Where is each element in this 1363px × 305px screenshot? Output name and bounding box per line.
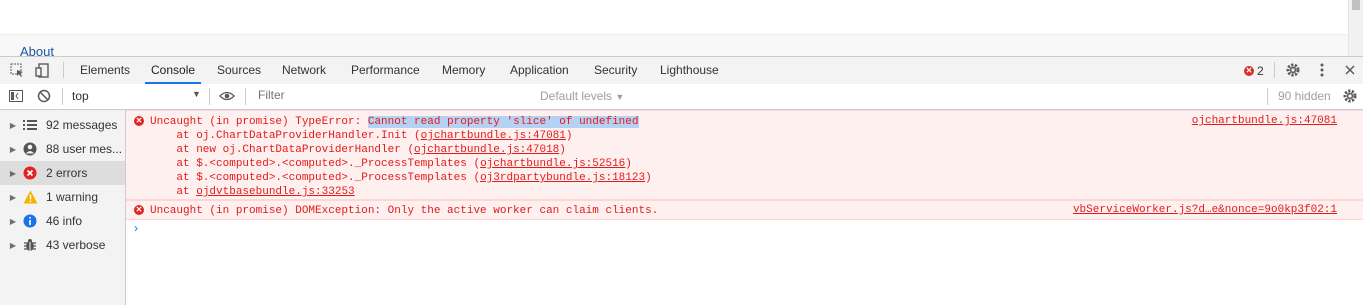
expand-arrow-icon[interactable]: ▶ xyxy=(0,169,22,178)
tab-memory[interactable]: Memory xyxy=(442,57,485,84)
hidden-messages-count: 90 hidden xyxy=(1278,89,1331,103)
sidebar-item-label: 1 warning xyxy=(46,190,99,204)
sidebar-item-messages[interactable]: ▶ 92 messages xyxy=(0,113,125,137)
inspect-element-icon[interactable] xyxy=(9,62,25,78)
console-error-message: ✕ Uncaught (in promise) TypeError: Canno… xyxy=(126,110,1363,200)
stack-frame-link[interactable]: ojchartbundle.js:47018 xyxy=(414,144,559,156)
tab-security[interactable]: Security xyxy=(594,57,637,84)
tab-performance[interactable]: Performance xyxy=(351,57,420,84)
error-count-badge[interactable]: ✕ 2 xyxy=(1244,63,1264,79)
context-selector[interactable]: top xyxy=(72,89,89,103)
error-message-text[interactable]: Uncaught (in promise) DOMException: Only… xyxy=(150,204,658,218)
stack-frame-text: at $.<computed>.<computed>._ProcessTempl… xyxy=(150,172,481,184)
console-prompt-icon[interactable]: › xyxy=(134,221,138,235)
stack-frame-link[interactable]: ojdvtbasebundle.js:33253 xyxy=(196,186,354,198)
user-icon xyxy=(22,141,38,157)
sidebar-item-label: 92 messages xyxy=(46,118,118,132)
clear-console-icon[interactable] xyxy=(36,88,52,104)
tab-application[interactable]: Application xyxy=(510,57,569,84)
close-devtools-icon[interactable] xyxy=(1342,62,1358,78)
expand-arrow-icon[interactable]: ▶ xyxy=(0,193,22,202)
filter-divider xyxy=(245,88,246,105)
error-icon xyxy=(22,165,38,181)
stack-frame-text: at $.<computed>.<computed>._ProcessTempl… xyxy=(150,158,481,170)
stack-frame-link[interactable]: ojchartbundle.js:47081 xyxy=(421,130,566,142)
tab-lighthouse[interactable]: Lighthouse xyxy=(660,57,719,84)
console-settings-gear-icon[interactable] xyxy=(1342,88,1358,104)
highlighted-error-text: Cannot read property 'slice' of undefine… xyxy=(367,116,639,128)
stack-frame-link[interactable]: oj3rdpartybundle.js:18123 xyxy=(480,172,645,184)
stack-frame: at $.<computed>.<computed>._ProcessTempl… xyxy=(150,157,632,171)
devtools-tabbar: Elements Console Sources Network Perform… xyxy=(0,56,1363,85)
eye-icon[interactable] xyxy=(219,88,235,104)
expand-arrow-icon[interactable]: ▶ xyxy=(0,241,22,250)
sidebar-item-label: 43 verbose xyxy=(46,238,106,252)
filter-divider xyxy=(1267,88,1268,105)
stack-frame-text: at oj.ChartDataProviderHandler.Init ( xyxy=(150,130,421,142)
stack-frame-link[interactable]: ojchartbundle.js:52516 xyxy=(480,158,625,170)
chevron-down-icon: ▼ xyxy=(615,92,625,102)
log-levels-dropdown[interactable]: Default levels ▼ xyxy=(540,89,624,103)
settings-gear-icon[interactable] xyxy=(1285,62,1301,78)
stack-frame-text: ) xyxy=(625,158,632,170)
sidebar-item-label: 46 info xyxy=(46,214,83,228)
expand-arrow-icon[interactable]: ▶ xyxy=(0,121,22,130)
log-levels-label: Default levels xyxy=(540,89,613,103)
stack-frame-text: ) xyxy=(559,144,566,156)
info-icon xyxy=(22,213,38,229)
stack-frame-text: ) xyxy=(565,130,573,142)
console-messages: ✕ Uncaught (in promise) TypeError: Canno… xyxy=(126,110,1363,305)
stack-frame: at oj.ChartDataProviderHandler.Init (ojc… xyxy=(150,129,573,143)
console-filter-bar: top ▼ Default levels ▼ 90 hidden xyxy=(0,84,1363,110)
toolbar-divider xyxy=(1274,62,1275,78)
filter-divider xyxy=(62,88,63,105)
expand-arrow-icon[interactable]: ▶ xyxy=(0,217,22,226)
filter-input[interactable] xyxy=(252,86,534,104)
tab-elements[interactable]: Elements xyxy=(80,57,130,84)
sidebar-item-info[interactable]: ▶ 46 info xyxy=(0,209,125,233)
error-message-text[interactable]: Uncaught (in promise) TypeError: Cannot … xyxy=(150,115,639,129)
sidebar-item-warnings[interactable]: ▶ 1 warning xyxy=(0,185,125,209)
sidebar-item-label: 2 errors xyxy=(46,166,88,180)
sidebar-item-user-messages[interactable]: ▶ 88 user mes... xyxy=(0,137,125,161)
sidebar-item-errors[interactable]: ▶ 2 errors xyxy=(0,161,125,185)
device-toolbar-icon[interactable] xyxy=(34,62,50,78)
bug-icon xyxy=(22,237,38,253)
stack-frame-text: at new oj.ChartDataProviderHandler ( xyxy=(150,144,415,156)
sidebar-item-label: 88 user mes... xyxy=(46,142,123,156)
console-error-message: ✕ Uncaught (in promise) DOMException: On… xyxy=(126,200,1363,220)
error-prefix: Uncaught (in promise) TypeError: xyxy=(150,116,368,128)
tab-console[interactable]: Console xyxy=(145,57,202,84)
stack-frame-text: ) xyxy=(645,172,652,184)
tab-network[interactable]: Network xyxy=(282,57,326,84)
error-count: 2 xyxy=(1257,64,1264,78)
list-icon xyxy=(22,117,38,133)
warning-icon xyxy=(22,189,38,205)
error-icon: ✕ xyxy=(134,116,144,126)
tab-sources[interactable]: Sources xyxy=(217,57,261,84)
filter-divider xyxy=(209,88,210,105)
toolbar-divider xyxy=(63,62,64,78)
sidebar-item-verbose[interactable]: ▶ 43 verbose xyxy=(0,233,125,257)
page-scrollbar-thumb[interactable] xyxy=(1352,0,1360,10)
error-icon: ✕ xyxy=(134,205,144,215)
chevron-down-icon[interactable]: ▼ xyxy=(192,89,201,99)
error-icon: ✕ xyxy=(1244,66,1254,76)
stack-frame-text: at xyxy=(150,186,197,198)
error-source-link[interactable]: ojchartbundle.js:47081 xyxy=(1192,115,1337,127)
page-footer-band: About xyxy=(0,34,1348,57)
stack-frame: at ojdvtbasebundle.js:33253 xyxy=(150,185,354,199)
stack-frame: at $.<computed>.<computed>._ProcessTempl… xyxy=(150,171,652,185)
show-sidebar-icon[interactable] xyxy=(8,88,24,104)
error-source-link[interactable]: vbServiceWorker.js?d…e&nonce=9o0kp3f02:1 xyxy=(1073,204,1337,216)
stack-frame: at new oj.ChartDataProviderHandler (ojch… xyxy=(150,143,566,157)
expand-arrow-icon[interactable]: ▶ xyxy=(0,145,22,154)
more-options-icon[interactable] xyxy=(1314,62,1330,78)
console-sidebar: ▶ 92 messages ▶ 88 user mes... ▶ 2 error… xyxy=(0,110,126,305)
